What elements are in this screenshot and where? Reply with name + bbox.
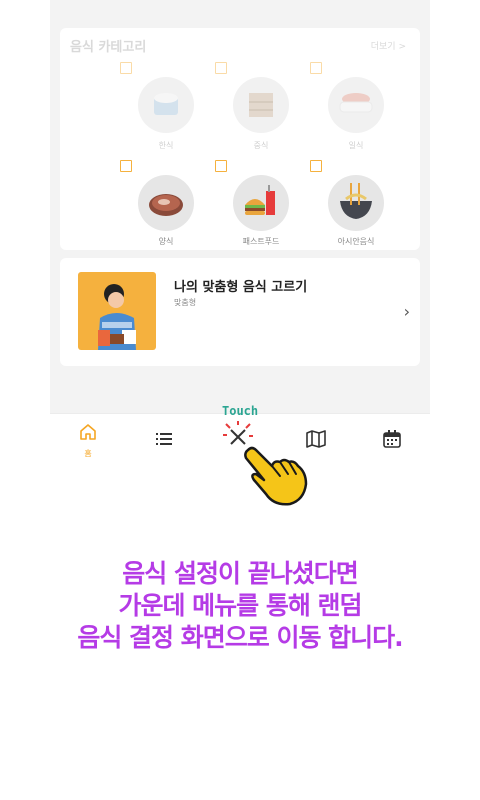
category-label: 양식 — [158, 237, 174, 246]
tutorial-instructions: 음식 설정이 끝나셨다면 가운데 메뉴를 통해 랜덤 음식 결정 화면으로 이동… — [0, 558, 480, 654]
category-label: 패스트푸드 — [242, 237, 280, 246]
dumpling-steamer-icon — [233, 77, 289, 133]
category-item-western[interactable]: 양식 — [118, 156, 218, 246]
category-item-japanese[interactable]: 일식 — [308, 62, 408, 152]
bottom-navigation: 홈 — [50, 413, 430, 470]
category-label: 아시안음식 — [337, 237, 375, 246]
category-item-korean[interactable]: 한식 — [118, 62, 218, 152]
category-label: 일식 — [348, 141, 364, 150]
custom-food-card[interactable]: 나의 맞춤형 음식 고르기 맞춤형 › — [60, 258, 420, 366]
list-icon — [156, 433, 172, 445]
touch-label: Touch — [222, 404, 259, 418]
nav-home[interactable]: 홈 — [50, 414, 126, 470]
steak-icon — [138, 175, 194, 231]
food-girl-illustration — [78, 272, 156, 350]
category-checkbox[interactable] — [310, 62, 322, 74]
category-checkbox[interactable] — [310, 160, 322, 172]
instruction-line-1: 음식 설정이 끝나셨다면 — [122, 559, 358, 588]
category-item-fastfood[interactable]: 패스트푸드 — [213, 156, 313, 246]
noodle-bowl-icon — [328, 175, 384, 231]
category-item-asian[interactable]: 아시안음식 — [308, 156, 408, 246]
category-label: 중식 — [253, 141, 269, 150]
instruction-line-3: 음식 결정 화면으로 이동 합니다. — [77, 623, 403, 652]
custom-card-title: 나의 맞춤형 음식 고르기 — [174, 280, 308, 295]
category-checkbox[interactable] — [120, 62, 132, 74]
nav-list[interactable] — [126, 414, 202, 470]
nav-calendar[interactable] — [354, 414, 430, 470]
calendar-icon — [383, 430, 401, 448]
rice-bowl-icon — [138, 77, 194, 133]
category-label: 한식 — [158, 141, 174, 150]
category-checkbox[interactable] — [215, 62, 227, 74]
food-category-card: 음식 카테고리 더보기 > 한식 중식 일식 양식 패스트푸드 아시안음식 — [60, 28, 420, 250]
custom-card-subtitle: 맞춤형 — [174, 298, 197, 307]
category-checkbox[interactable] — [120, 160, 132, 172]
nav-home-label: 홈 — [84, 449, 92, 458]
category-checkbox[interactable] — [215, 160, 227, 172]
instruction-line-2: 가운데 메뉴를 통해 랜덤 — [118, 591, 362, 620]
sushi-icon — [328, 77, 384, 133]
category-title: 음식 카테고리 — [70, 40, 147, 55]
pointing-hand-icon — [244, 446, 308, 506]
app-screen: 음식 카테고리 더보기 > 한식 중식 일식 양식 패스트푸드 아시안음식 나의… — [50, 0, 430, 470]
category-item-chinese[interactable]: 중식 — [213, 62, 313, 152]
burger-fries-icon — [233, 175, 289, 231]
home-icon — [80, 424, 96, 440]
chevron-right-icon[interactable]: › — [404, 302, 410, 321]
more-link[interactable]: 더보기 > — [371, 39, 406, 52]
